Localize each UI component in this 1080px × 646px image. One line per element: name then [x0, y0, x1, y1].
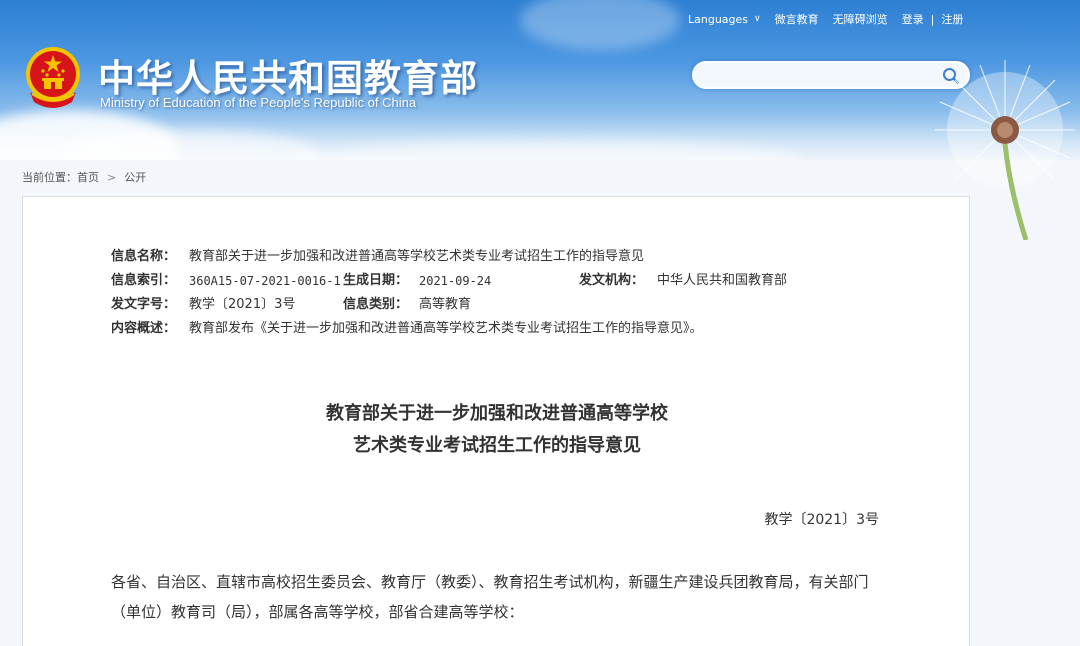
meta-label: 信息类别： — [343, 297, 409, 312]
top-links: Languages ∨ 微言教育 无障碍浏览 登录 | 注册 — [688, 11, 963, 27]
site-header: Languages ∨ 微言教育 无障碍浏览 登录 | 注册 中华人民共和国教育… — [0, 0, 1080, 160]
document-title-line-2: 艺术类专业考试招生工作的指导意见 — [353, 435, 641, 456]
meta-value: 2021-09-24 — [419, 274, 492, 288]
addressee-paragraph: 各省、自治区、直辖市高校招生委员会、教育厅（教委）、教育招生考试机构，新疆生产建… — [111, 573, 869, 621]
site-title[interactable]: 中华人民共和国教育部 — [98, 48, 478, 102]
article-panel: 信息名称： 教育部关于进一步加强和改进普通高等学校艺术类专业考试招生工作的指导意… — [22, 196, 970, 646]
breadcrumb-current[interactable]: 公开 — [124, 171, 146, 184]
meta-value: 360A15-07-2021-0016-1 — [189, 274, 341, 288]
meta-label: 内容概述： — [111, 321, 177, 336]
cloud-decoration — [520, 0, 680, 50]
meta-value: 高等教育 — [419, 297, 472, 312]
search-box — [692, 61, 970, 89]
login-link[interactable]: 登录 — [902, 11, 924, 27]
chevron-down-icon[interactable]: ∨ — [754, 14, 761, 24]
languages-link[interactable]: Languages — [688, 13, 748, 26]
document-title-line-1: 教育部关于进一步加强和改进普通高等学校 — [326, 403, 668, 424]
meta-value: 教育部关于进一步加强和改进普通高等学校艺术类专业考试招生工作的指导意见 — [189, 249, 645, 264]
register-link[interactable]: 注册 — [941, 11, 963, 27]
cloud-decoration — [300, 140, 800, 160]
meta-value: 教育部发布《关于进一步加强和改进普通高等学校艺术类专业考试招生工作的指导意见》。 — [189, 321, 703, 336]
meta-label: 信息索引： — [111, 273, 177, 288]
accessibility-link[interactable]: 无障碍浏览 — [833, 11, 888, 27]
breadcrumb: 当前位置：首页 > 公开 — [22, 169, 146, 185]
national-emblem-icon[interactable] — [22, 44, 84, 110]
meta-label: 生成日期： — [343, 273, 409, 288]
meta-label: 发文字号： — [111, 297, 177, 312]
meta-value: 中华人民共和国教育部 — [657, 273, 788, 288]
link-separator: | — [930, 12, 935, 26]
document-number: 教学〔2021〕3号 — [764, 512, 879, 528]
breadcrumb-prefix: 当前位置： — [22, 171, 77, 184]
site-subtitle: Ministry of Education of the People's Re… — [100, 95, 417, 110]
wechat-link[interactable]: 微言教育 — [775, 11, 819, 27]
meta-label: 发文机构： — [579, 273, 645, 288]
meta-value: 教学〔2021〕3号 — [189, 297, 296, 312]
search-input[interactable] — [706, 67, 936, 85]
breadcrumb-home[interactable]: 首页 — [77, 171, 99, 184]
breadcrumb-arrow-icon: > — [107, 171, 117, 184]
meta-label: 信息名称： — [111, 249, 177, 264]
